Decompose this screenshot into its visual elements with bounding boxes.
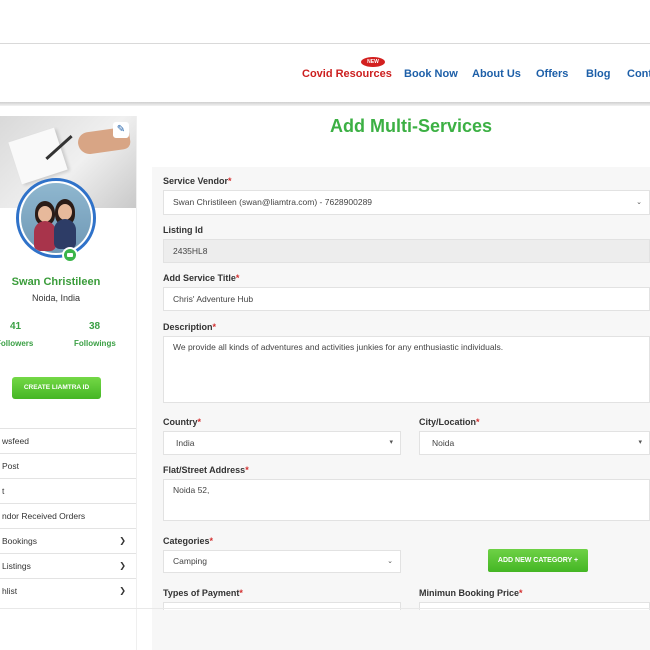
sidebar-item-bookings[interactable]: Bookings ❯ [0, 528, 136, 553]
address-textarea[interactable]: Noida 52, [163, 479, 650, 521]
followers-label[interactable]: Followers [0, 339, 33, 348]
nav-offers[interactable]: Offers [536, 68, 568, 80]
country-select[interactable]: India ▾ [163, 431, 401, 455]
categories-label: Categories* [163, 536, 214, 546]
sidebar-item-newsfeed[interactable]: wsfeed [0, 428, 136, 453]
sidebar-item-vendor-orders[interactable]: ndor Received Orders [0, 503, 136, 528]
sidebar-menu: wsfeed Post t ndor Received Orders Booki… [0, 428, 136, 603]
followers-count[interactable]: 41 [10, 321, 21, 332]
nav-contact[interactable]: Cont [627, 68, 650, 80]
create-liamtra-id-button[interactable]: CREATE LIAMTRA ID [12, 377, 101, 399]
service-vendor-select[interactable]: Swan Christileen (swan@liamtra.com) - 76… [163, 190, 650, 215]
sidebar-item-listings[interactable]: Listings ❯ [0, 553, 136, 578]
service-vendor-label: Service Vendor* [163, 176, 232, 186]
nav-blog[interactable]: Blog [586, 68, 610, 80]
bottom-edge [0, 608, 650, 609]
listing-id-field: 2435HL8 [163, 239, 650, 263]
city-label: City/Location* [419, 417, 480, 427]
nav-shadow [0, 102, 650, 106]
payment-types-label: Types of Payment* [163, 588, 243, 598]
country-label: Country* [163, 417, 202, 427]
min-booking-price-label: Minimun Booking Price* [419, 588, 523, 598]
nav-book-now[interactable]: Book Now [404, 68, 458, 80]
city-select[interactable]: Noida ▾ [419, 431, 650, 455]
address-label: Flat/Street Address* [163, 465, 249, 475]
chevron-down-icon: ❯ [119, 561, 126, 570]
sidebar-item-post[interactable]: Post [0, 453, 136, 478]
sidebar-item-t[interactable]: t [0, 478, 136, 503]
chevron-down-icon: ⌄ [636, 199, 642, 206]
profile-sidebar: ✎ Swan Christileen Noida, India 41 Follo… [0, 116, 136, 650]
listing-id-label: Listing Id [163, 225, 203, 235]
message-icon[interactable] [62, 247, 78, 263]
nav-covid-resources[interactable]: Covid Resources [302, 68, 392, 80]
service-title-label: Add Service Title* [163, 273, 240, 283]
new-badge: NEW [361, 57, 385, 67]
cover-paper [8, 127, 68, 185]
caret-down-icon: ▾ [638, 439, 642, 446]
description-label: Description* [163, 322, 217, 332]
caret-down-icon: ▾ [389, 439, 393, 446]
avatar[interactable] [16, 178, 96, 258]
chevron-down-icon: ❯ [119, 536, 126, 545]
chevron-down-icon: ❯ [119, 586, 126, 595]
followings-label[interactable]: Followings [74, 339, 116, 348]
profile-location: Noida, India [31, 293, 81, 303]
followings-count[interactable]: 38 [89, 321, 100, 332]
sidebar-divider [136, 116, 137, 650]
profile-name: Swan Christileen [11, 276, 101, 288]
top-nav: NEW Covid Resources Book Now About Us Of… [0, 44, 650, 104]
description-textarea[interactable]: We provide all kinds of adventures and a… [163, 336, 650, 403]
categories-select[interactable]: Camping ⌄ [163, 550, 401, 573]
chevron-down-icon: ⌄ [387, 558, 393, 565]
sidebar-item-wishlist[interactable]: hlist ❯ [0, 578, 136, 603]
page-title: Add Multi-Services [330, 116, 493, 136]
nav-about-us[interactable]: About Us [472, 68, 521, 80]
service-title-input[interactable]: Chris' Adventure Hub [163, 287, 650, 311]
edit-cover-icon[interactable]: ✎ [113, 122, 129, 138]
add-new-category-button[interactable]: ADD NEW CATEGORY + [488, 549, 588, 572]
